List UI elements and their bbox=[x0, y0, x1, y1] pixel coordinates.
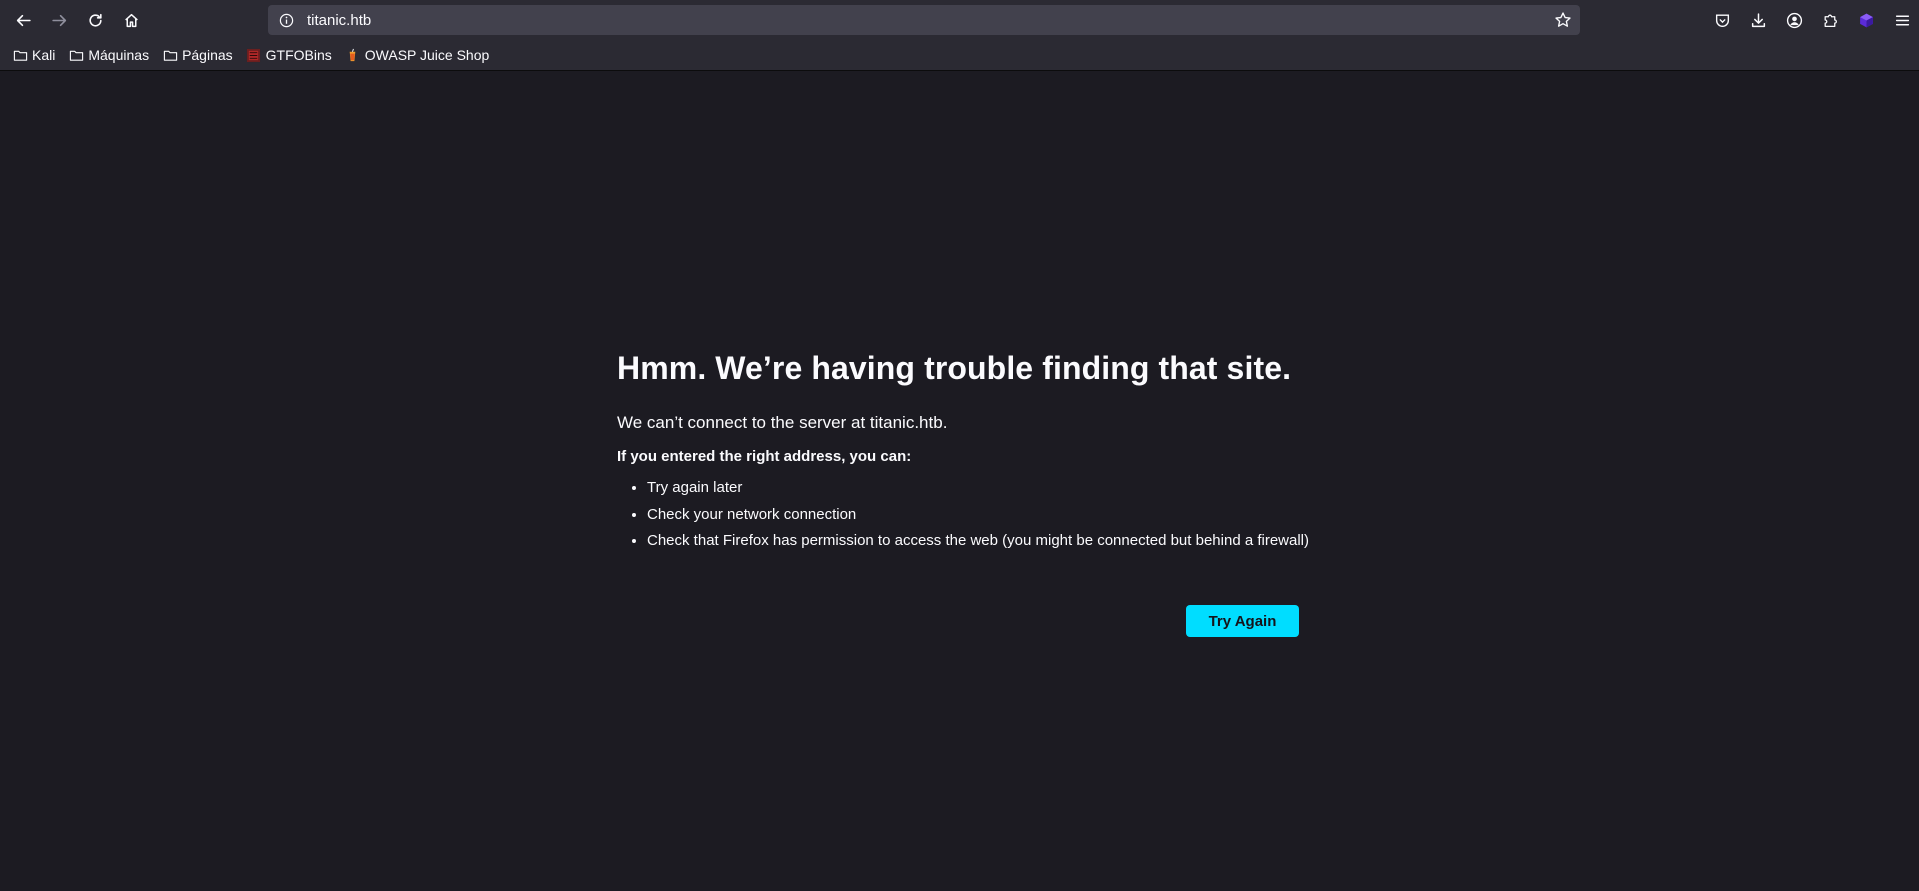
bookmark-folder-kali[interactable]: Kali bbox=[12, 47, 55, 63]
navigation-toolbar bbox=[0, 0, 1919, 40]
error-page-container: Hmm. We’re having trouble finding that s… bbox=[617, 341, 1317, 555]
address-bar[interactable] bbox=[268, 5, 1580, 35]
puzzle-piece-icon bbox=[1824, 14, 1837, 27]
bookmark-label: Máquinas bbox=[88, 47, 150, 63]
bookmark-label: Páginas bbox=[182, 47, 233, 63]
account-icon bbox=[1786, 12, 1802, 28]
bookmark-label: OWASP Juice Shop bbox=[364, 47, 490, 63]
suggestion-item: Try again later bbox=[647, 475, 1317, 502]
bookmark-gtfobins[interactable]: GTFOBins bbox=[246, 47, 332, 63]
bookmark-folder-paginas[interactable]: Páginas bbox=[162, 47, 233, 63]
bookmark-label: Kali bbox=[32, 47, 56, 63]
gtfobins-favicon bbox=[246, 47, 262, 63]
forward-arrow-icon bbox=[51, 14, 66, 26]
juice-shop-favicon bbox=[345, 47, 361, 63]
error-description: We can’t connect to the server at titani… bbox=[617, 413, 948, 432]
suggestion-item: Check your network connection bbox=[647, 502, 1317, 529]
suggestion-item: Check that Firefox has permission to acc… bbox=[647, 528, 1317, 555]
error-title: Hmm. We’re having trouble finding that s… bbox=[617, 350, 1292, 386]
pocket-button[interactable] bbox=[1708, 6, 1736, 34]
home-button[interactable] bbox=[117, 6, 145, 34]
forward-button[interactable] bbox=[45, 6, 73, 34]
extension-cube-icon bbox=[1859, 13, 1873, 27]
bookmark-label: GTFOBins bbox=[265, 47, 332, 63]
folder-icon bbox=[68, 47, 84, 63]
back-arrow-icon bbox=[16, 14, 31, 26]
account-button[interactable] bbox=[1780, 6, 1808, 34]
hamburger-menu-icon bbox=[1895, 15, 1909, 25]
url-input[interactable] bbox=[305, 10, 1509, 30]
folder-icon bbox=[162, 47, 178, 63]
downloads-button[interactable] bbox=[1744, 6, 1772, 34]
try-again-button[interactable]: Try Again bbox=[1186, 605, 1299, 637]
menu-button[interactable] bbox=[1888, 6, 1916, 34]
bookmarks-toolbar: Kali Máquinas Páginas GTFOBins OWASP Jui… bbox=[0, 40, 1919, 71]
home-icon bbox=[124, 13, 138, 27]
hint-heading: If you entered the right address, you ca… bbox=[617, 448, 912, 465]
bookmark-folder-maquinas[interactable]: Máquinas bbox=[68, 47, 149, 63]
extensions-button[interactable] bbox=[1816, 6, 1844, 34]
download-icon bbox=[1751, 12, 1765, 27]
toolbar-right-icons bbox=[1700, 6, 1916, 34]
pocket-icon bbox=[1715, 13, 1729, 27]
reload-icon bbox=[88, 13, 102, 27]
suggestion-list: Try again later Check your network conne… bbox=[617, 475, 1317, 555]
site-info-icon[interactable] bbox=[278, 12, 294, 28]
folder-icon bbox=[12, 47, 28, 63]
back-button[interactable] bbox=[9, 6, 37, 34]
extension-button[interactable] bbox=[1852, 6, 1880, 34]
bookmark-owasp-juice-shop[interactable]: OWASP Juice Shop bbox=[345, 47, 490, 63]
reload-button[interactable] bbox=[81, 6, 109, 34]
bookmark-star-icon[interactable] bbox=[1554, 11, 1572, 29]
